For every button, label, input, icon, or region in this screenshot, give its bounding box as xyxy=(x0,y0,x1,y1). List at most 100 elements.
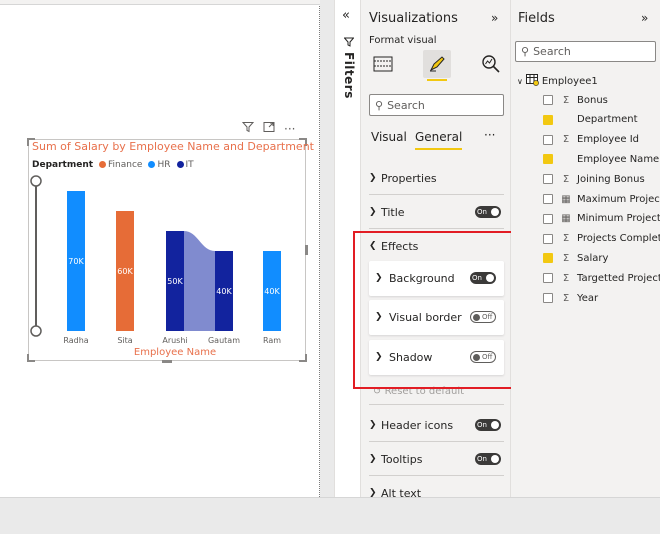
visualizations-title: Visualizations xyxy=(369,11,458,26)
focus-mode-icon[interactable] xyxy=(263,121,275,136)
field-year[interactable]: Σ Year xyxy=(543,290,598,306)
field-salary[interactable]: Σ Salary xyxy=(543,250,608,266)
field-name: Minimum Projects xyxy=(577,213,660,225)
section-header-icons-label: Header icons xyxy=(381,418,454,432)
data-label-sita: 60K xyxy=(117,267,133,276)
field-joining-bonus[interactable]: Σ Joining Bonus xyxy=(543,171,645,187)
field-name: Joining Bonus xyxy=(577,173,645,185)
format-search-placeholder: Search xyxy=(387,98,425,112)
expand-chevron-icon[interactable]: « xyxy=(342,8,350,23)
field-checkbox[interactable] xyxy=(543,134,553,145)
divider xyxy=(369,441,504,442)
field-bonus[interactable]: Σ Bonus xyxy=(543,92,608,108)
field-targetted-projects[interactable]: Σ Targetted Projects xyxy=(543,270,660,286)
format-visual-icon[interactable] xyxy=(423,50,451,81)
field-checkbox[interactable] xyxy=(543,253,553,264)
section-header-icons[interactable]: ❯ Header icons On xyxy=(369,415,509,435)
field-minimum-projects[interactable]: ▦ Minimum Projects xyxy=(543,211,660,227)
filters-label: Filters xyxy=(342,52,356,99)
field-checkbox[interactable] xyxy=(543,233,553,244)
section-properties[interactable]: ❯ Properties xyxy=(369,168,509,188)
tabs-more-options[interactable]: ··· xyxy=(484,128,495,142)
field-checkbox[interactable] xyxy=(543,293,553,303)
divider xyxy=(369,228,504,229)
effects-highlight-annotation xyxy=(353,231,521,389)
field-department[interactable]: Department xyxy=(543,112,638,128)
page-tabs-strip xyxy=(0,0,320,5)
zoom-slider-top-handle xyxy=(30,175,42,187)
chevron-right-icon: ❯ xyxy=(369,420,377,430)
field-employee-name[interactable]: Employee Name xyxy=(543,151,659,167)
header-icons-toggle-label: On xyxy=(477,421,487,429)
data-label-gautam: 40K xyxy=(216,287,232,296)
sigma-icon: Σ xyxy=(562,252,570,264)
toggle-knob xyxy=(491,208,499,216)
fields-search-input[interactable]: ⚲ Search xyxy=(515,41,656,62)
field-employee-id[interactable]: Σ Employee Id xyxy=(543,132,639,148)
tooltips-toggle[interactable]: On xyxy=(475,453,501,465)
header-icons-toggle[interactable]: On xyxy=(475,419,501,431)
toggle-knob xyxy=(491,421,499,429)
field-name: Salary xyxy=(577,252,609,264)
field-checkbox[interactable] xyxy=(543,174,553,185)
field-name: Bonus xyxy=(577,94,608,106)
field-name: Employee Name xyxy=(577,153,660,165)
field-checkbox[interactable] xyxy=(543,213,553,224)
data-label-arushi: 50K xyxy=(167,277,183,286)
section-properties-label: Properties xyxy=(381,171,437,185)
format-search-input[interactable]: ⚲ Search xyxy=(369,94,504,116)
toggle-knob xyxy=(491,455,499,463)
x-tick-label-radha: Radha xyxy=(63,336,88,345)
collapse-chevron-icon[interactable]: » xyxy=(641,11,648,25)
divider xyxy=(369,194,504,195)
divider xyxy=(369,404,504,405)
table-employee1[interactable]: ∨ Employee1 xyxy=(517,74,598,89)
funnel-icon[interactable] xyxy=(241,121,255,136)
title-toggle-label: On xyxy=(477,208,487,216)
section-tooltips-label: Tooltips xyxy=(381,452,423,466)
data-label-radha: 70K xyxy=(68,257,84,266)
x-tick-label-gautam: Gautam xyxy=(208,336,240,345)
viz-mode-switcher xyxy=(365,50,505,81)
field-projects-complet[interactable]: Σ Projects Complet... xyxy=(543,231,660,247)
search-icon: ⚲ xyxy=(521,45,530,58)
tab-visual[interactable]: Visual xyxy=(371,130,407,144)
chevron-right-icon: ❯ xyxy=(369,454,377,464)
field-checkbox[interactable] xyxy=(543,194,553,204)
zoom-slider-bottom-handle xyxy=(30,325,42,337)
field-name: Year xyxy=(577,292,599,304)
x-axis-title: Employee Name xyxy=(134,347,216,358)
sigma-icon: Σ xyxy=(562,173,570,185)
field-name: Projects Complet... xyxy=(577,233,660,245)
field-maximum-projects[interactable]: ▦ Maximum Projects xyxy=(543,191,660,207)
section-tooltips[interactable]: ❯ Tooltips On xyxy=(369,449,509,469)
field-name: Department xyxy=(577,114,638,126)
collapse-chevron-icon[interactable]: » xyxy=(491,11,498,25)
tab-general[interactable]: General xyxy=(415,130,463,150)
field-checkbox[interactable] xyxy=(543,114,553,125)
sigma-icon: Σ xyxy=(562,272,570,284)
fields-pane: Fields » ⚲ Search ∨ Employee1 Σ Bonus Depa… xyxy=(511,0,660,534)
table-name: Employee1 xyxy=(541,76,598,87)
section-title[interactable]: ❯ Title On xyxy=(369,202,509,222)
field-checkbox[interactable] xyxy=(543,154,553,165)
tooltips-toggle-label: On xyxy=(477,455,487,463)
zoom-slider[interactable] xyxy=(30,175,42,337)
x-tick-label-arushi: Arushi xyxy=(162,336,187,345)
ribbon-arushi-gautam[interactable] xyxy=(184,231,215,331)
sigma-icon: Σ xyxy=(562,292,570,304)
chevron-right-icon: ❯ xyxy=(369,207,377,217)
field-checkbox[interactable] xyxy=(543,95,553,105)
chart-visual[interactable]: ··· Sum of Salary by Employee Name and D… xyxy=(27,122,314,363)
field-checkbox[interactable] xyxy=(543,273,553,284)
data-label-ram: 40K xyxy=(264,287,280,296)
sigma-icon: Σ xyxy=(562,233,570,245)
x-tick-label-ram: Ram xyxy=(263,336,281,345)
title-toggle[interactable]: On xyxy=(475,206,501,218)
more-options-icon[interactable]: ··· xyxy=(284,122,295,136)
fields-title: Fields xyxy=(518,11,555,26)
analytics-icon[interactable] xyxy=(477,50,505,78)
table-icon xyxy=(525,74,539,89)
field-name: Employee Id xyxy=(577,134,640,146)
build-visual-icon[interactable] xyxy=(369,50,397,78)
